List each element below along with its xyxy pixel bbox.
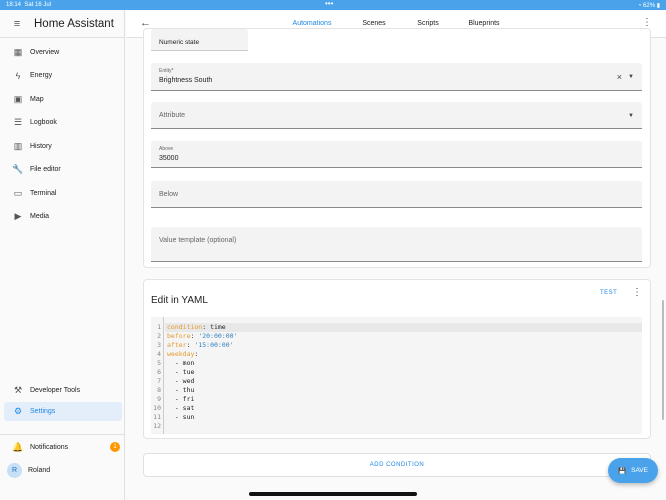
- file-editor-icon: 🔧: [12, 164, 24, 174]
- yaml-value: time: [206, 323, 226, 331]
- below-field[interactable]: Below: [151, 181, 642, 208]
- condition-type-select[interactable]: Numeric state: [151, 29, 248, 51]
- line-number: 5: [157, 359, 161, 367]
- sidebar-item-profile[interactable]: R Roland: [4, 461, 122, 480]
- avatar: R: [7, 463, 22, 478]
- status-time: 18:14: [6, 2, 22, 8]
- dropdown-arrow-icon: ▼: [628, 113, 634, 119]
- line-number: 11: [153, 413, 161, 421]
- sidebar-item-terminal[interactable]: ▭ Terminal: [4, 184, 122, 203]
- code-line: - sat: [165, 404, 642, 413]
- line-number: 7: [157, 377, 161, 385]
- sidebar-item-file-editor[interactable]: 🔧 File editor: [4, 160, 122, 179]
- code-line: - mon: [165, 359, 642, 368]
- sidebar-item-map[interactable]: ▣ Map: [4, 90, 122, 109]
- map-icon: ▣: [13, 94, 23, 104]
- code-line: before: '20:00:00': [167, 332, 238, 340]
- code-line: after: '15:00:00': [167, 341, 234, 349]
- line-number: 9: [157, 395, 161, 403]
- line-number: 3: [157, 341, 161, 349]
- status-battery: ◔ 62% ▮: [637, 2, 660, 9]
- yaml-value: - tue: [167, 368, 195, 376]
- yaml-value: - mon: [167, 359, 195, 367]
- condition-card: Numeric state Entity* Brightness South × ▼ …: [143, 28, 651, 268]
- yaml-key: weekday: [167, 350, 195, 358]
- more-options-icon[interactable]: ⋮: [642, 17, 652, 28]
- app-title: Home Assistant: [34, 17, 114, 30]
- code-line: - fri: [165, 395, 642, 404]
- line-number: 10: [153, 404, 161, 412]
- sidebar-item-settings[interactable]: ⚙ Settings: [4, 402, 122, 421]
- gear-icon: ⚙: [13, 406, 23, 416]
- logbook-icon: ☰: [13, 117, 23, 127]
- attribute-select[interactable]: Attribute ▼: [151, 102, 642, 129]
- code-line: weekday:: [167, 350, 199, 358]
- hammer-icon: ⚒: [13, 385, 23, 395]
- line-numbers: 1 2 3 4 5 6 7 8 9 10 11 12: [151, 317, 164, 434]
- add-condition-button[interactable]: ADD CONDITION: [143, 453, 651, 477]
- dropdown-arrow-icon[interactable]: ▼: [628, 74, 634, 80]
- yaml-key: after: [167, 341, 187, 349]
- yaml-key: condition: [167, 323, 203, 331]
- yaml-title: Edit in YAML: [151, 295, 208, 306]
- history-icon: ▥: [13, 141, 23, 151]
- yaml-value: - wed: [167, 377, 195, 385]
- notification-badge: 1: [110, 442, 120, 452]
- code-line: - wed: [165, 377, 642, 386]
- yaml-value: - sun: [167, 413, 195, 421]
- sidebar-item-media[interactable]: ▶ Media: [4, 207, 122, 226]
- code-line: - thu: [165, 386, 642, 395]
- media-icon: ▶: [14, 211, 22, 221]
- save-button[interactable]: 💾 SAVE: [608, 458, 658, 483]
- line-number: 8: [157, 386, 161, 394]
- sidebar-item-energy[interactable]: ϟ Energy: [4, 66, 122, 85]
- menu-icon[interactable]: ≡: [0, 18, 34, 30]
- yaml-key: before: [167, 332, 191, 340]
- yaml-editor[interactable]: 1 2 3 4 5 6 7 8 9 10 11 12 condition: time before: '…: [151, 317, 642, 434]
- status-bar: 18:14 Sat 16 Jul ••• ◔ 62% ▮: [0, 0, 666, 10]
- save-icon: 💾: [618, 467, 627, 475]
- home-indicator[interactable]: [249, 492, 417, 496]
- code-line: condition: time: [165, 323, 642, 332]
- sidebar: ≡ Home Assistant ▦ Overview ϟ Energy ▣ Map ☰ Log…: [0, 10, 125, 500]
- multitask-dots[interactable]: •••: [325, 0, 333, 8]
- line-number: 6: [157, 368, 161, 376]
- scrollbar[interactable]: [662, 300, 664, 420]
- line-number: 2: [157, 332, 161, 340]
- yaml-string: '15:00:00': [190, 341, 234, 349]
- yaml-string: '20:00:00': [194, 332, 238, 340]
- yaml-value: - fri: [167, 395, 195, 403]
- energy-icon: ϟ: [15, 70, 21, 81]
- overview-icon: ▦: [13, 47, 23, 57]
- bell-icon: 🔔: [12, 442, 24, 452]
- line-number: 4: [157, 350, 161, 358]
- yaml-card: Edit in YAML TEST ⋮ 1 2 3 4 5 6 7 8 9 10 11 12 cond…: [143, 279, 651, 439]
- code-line: - sun: [165, 413, 642, 422]
- divider: [0, 434, 124, 435]
- line-number: 1: [157, 323, 161, 331]
- code-line: - tue: [165, 368, 642, 377]
- sidebar-item-notifications[interactable]: 🔔 Notifications 1: [4, 438, 122, 457]
- yaml-value: - thu: [167, 386, 195, 394]
- status-date: Sat 16 Jul: [24, 2, 52, 8]
- more-options-icon[interactable]: ⋮: [632, 287, 642, 298]
- sidebar-item-logbook[interactable]: ☰ Logbook: [4, 113, 122, 132]
- terminal-icon: ▭: [13, 188, 23, 198]
- sidebar-item-developer-tools[interactable]: ⚒ Developer Tools: [4, 381, 122, 400]
- entity-field[interactable]: Entity* Brightness South × ▼: [151, 63, 642, 91]
- above-field[interactable]: Above 35000: [151, 141, 642, 168]
- test-button[interactable]: TEST: [600, 290, 617, 296]
- value-template-field[interactable]: Value template (optional): [151, 227, 642, 262]
- sidebar-item-history[interactable]: ▥ History: [4, 137, 122, 156]
- clear-icon[interactable]: ×: [617, 72, 622, 82]
- line-number: 12: [153, 422, 161, 430]
- sidebar-item-overview[interactable]: ▦ Overview: [4, 43, 122, 62]
- yaml-value: - sat: [167, 404, 195, 412]
